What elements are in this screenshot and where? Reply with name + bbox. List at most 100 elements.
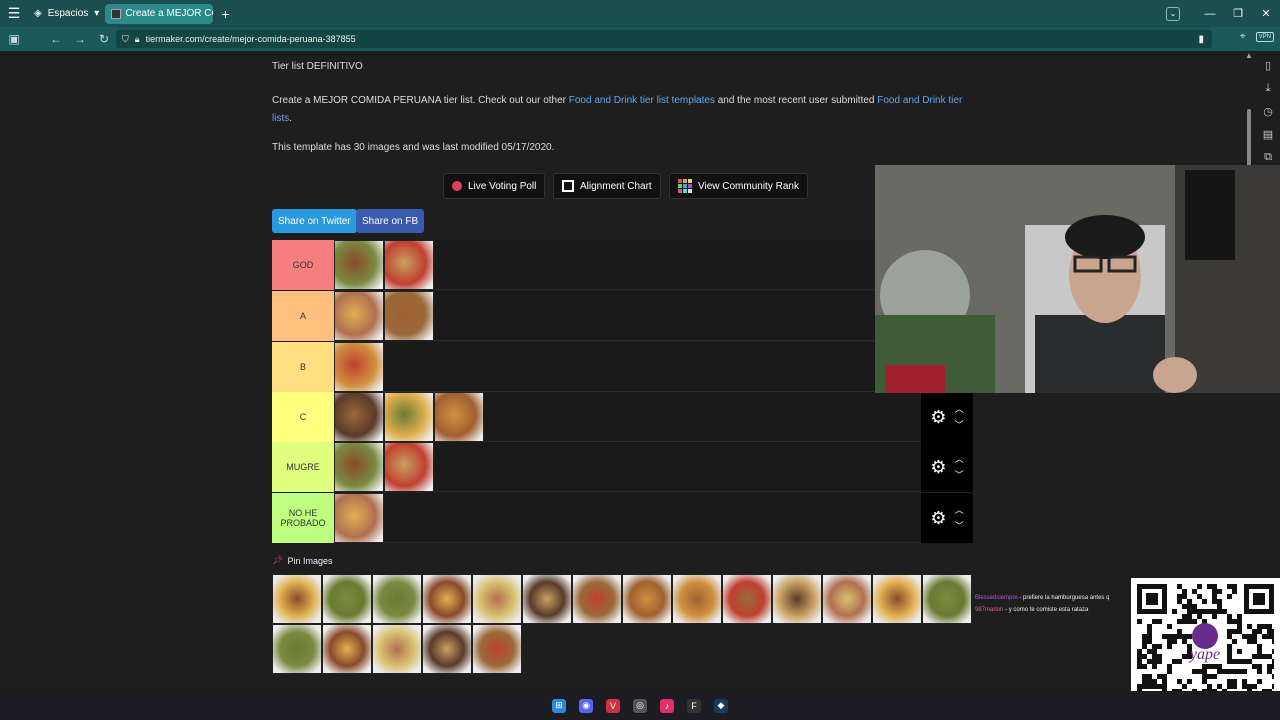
bookmarks-icon[interactable]: ▯ (1265, 59, 1271, 72)
pool-food-image[interactable] (822, 574, 872, 624)
translate-icon[interactable]: ⧉ (1264, 151, 1272, 164)
pool-food-image[interactable] (922, 574, 972, 624)
vpn-badge[interactable]: VPN (1255, 31, 1274, 42)
browser-tab[interactable]: Create a MEJOR COMIDA P (105, 3, 214, 24)
stream-chat: Blessedsiempre - prefiere la hamburguesa… (975, 592, 1109, 616)
chevron-up-icon[interactable]: ︿ (955, 502, 964, 518)
tier-row: B (272, 342, 875, 392)
qr-module (1197, 584, 1202, 589)
tier-label[interactable]: C (272, 392, 334, 442)
tier-items (334, 291, 434, 341)
qr-module (1222, 669, 1227, 674)
live-voting-button[interactable]: Live Voting Poll (443, 173, 546, 199)
pool-food-image[interactable] (272, 574, 322, 624)
pool-food-image[interactable] (472, 624, 522, 674)
chevron-up-icon[interactable]: ︿ (955, 401, 964, 417)
pool-food-image[interactable] (322, 574, 372, 624)
food-image[interactable] (334, 240, 384, 290)
alignment-chart-button[interactable]: Alignment Chart (553, 173, 661, 199)
pool-food-image[interactable] (422, 574, 472, 624)
qr-module (1272, 659, 1277, 664)
food-image[interactable] (384, 240, 434, 290)
new-tab-icon[interactable]: + (221, 6, 229, 22)
qr-module (1252, 629, 1257, 634)
layers-icon: ◈ (34, 8, 42, 19)
chevron-down-icon[interactable]: ﹀ (955, 518, 964, 534)
qr-module (1222, 609, 1227, 614)
qr-module (1167, 624, 1172, 629)
pool-food-image[interactable] (322, 624, 372, 674)
tiktok-icon[interactable]: ♪ (660, 698, 674, 713)
tier-label[interactable]: MUGRE (272, 442, 334, 492)
tab-list-icon[interactable]: ⌄ (1166, 6, 1180, 21)
qr-module (1207, 609, 1212, 614)
close-icon[interactable]: ✕ (1252, 7, 1280, 20)
food-image[interactable] (334, 342, 384, 392)
tf-app-icon[interactable]: F (687, 698, 701, 713)
pool-food-image[interactable] (872, 574, 922, 624)
pool-food-image[interactable] (472, 574, 522, 624)
food-image[interactable] (334, 392, 384, 442)
pool-food-image[interactable] (622, 574, 672, 624)
chevron-down-icon[interactable]: ﹀ (955, 417, 964, 433)
pin-images-toggle[interactable]: 📌︎ Pin Images (272, 555, 332, 566)
steam-icon[interactable]: ◆ (714, 698, 728, 713)
chat-user: Blessedsiempre (975, 595, 1018, 601)
obs-icon[interactable]: ◎ (633, 698, 647, 713)
discord-icon[interactable]: ◉ (579, 698, 593, 713)
food-image[interactable] (334, 291, 384, 341)
reload-icon[interactable]: ↻ (92, 32, 116, 46)
pool-food-image[interactable] (522, 574, 572, 624)
tier-label[interactable]: A (272, 291, 334, 341)
bookmark-icon[interactable]: ▮ (1198, 34, 1204, 45)
share-twitter-button[interactable]: Share on Twitter (272, 209, 357, 233)
spaces-switcher[interactable]: ◈ Espacios ▾ (28, 0, 105, 27)
qr-module (1237, 649, 1242, 654)
pool-food-image[interactable] (422, 624, 472, 674)
windows-start-icon[interactable]: ⊞ (552, 698, 566, 713)
downloads-icon[interactable]: ⤓ (1266, 82, 1271, 95)
forward-icon[interactable]: → (68, 32, 92, 46)
chevron-up-icon[interactable]: ︿ (955, 451, 964, 467)
food-image[interactable] (384, 442, 434, 492)
qr-module (1227, 654, 1232, 659)
pool-food-image[interactable] (372, 574, 422, 624)
chevron-down-icon[interactable]: ﹀ (955, 467, 964, 483)
pool-food-image[interactable] (722, 574, 772, 624)
back-icon[interactable]: ← (44, 32, 68, 46)
restore-icon[interactable]: ❐ (1224, 7, 1252, 20)
menu-icon[interactable]: ☰ (0, 5, 28, 22)
url-field[interactable]: ⛉ 🔒︎ tiermaker.com/create/mejor-comida-p… (116, 30, 1212, 48)
sidebar-toggle-icon[interactable]: ▣ (2, 32, 26, 46)
qr-module (1232, 589, 1237, 594)
pool-food-image[interactable] (772, 574, 822, 624)
grid-icon (562, 180, 574, 192)
history-icon[interactable]: ◷ (1263, 105, 1273, 118)
scroll-up-icon[interactable]: ▲ (1244, 51, 1254, 60)
food-image[interactable] (334, 442, 384, 492)
qr-module (1227, 614, 1232, 619)
notes-icon[interactable]: ▤ (1263, 128, 1273, 141)
food-image[interactable] (334, 493, 384, 543)
community-rank-button[interactable]: View Community Rank (669, 173, 808, 199)
food-image[interactable] (384, 291, 434, 341)
capture-icon[interactable]: ⌖ (1240, 31, 1246, 42)
tier-label[interactable]: NO HE PROBADO (272, 493, 334, 543)
gear-icon[interactable]: ⚙ (930, 457, 946, 478)
food-image[interactable] (384, 392, 434, 442)
gear-icon[interactable]: ⚙ (930, 407, 946, 428)
food-drink-templates-link[interactable]: Food and Drink tier list templates (569, 95, 715, 106)
pool-food-image[interactable] (372, 624, 422, 674)
qr-module (1262, 654, 1267, 659)
pool-food-image[interactable] (572, 574, 622, 624)
share-fb-button[interactable]: Share on FB (356, 209, 425, 233)
tier-label[interactable]: GOD (272, 240, 334, 290)
food-image[interactable] (434, 392, 484, 442)
pool-food-image[interactable] (272, 624, 322, 674)
vivaldi-icon[interactable]: V (606, 698, 620, 713)
qr-module (1142, 644, 1147, 649)
minimize-icon[interactable]: — (1196, 8, 1224, 20)
gear-icon[interactable]: ⚙ (930, 508, 946, 529)
pool-food-image[interactable] (672, 574, 722, 624)
tier-label[interactable]: B (272, 342, 334, 392)
